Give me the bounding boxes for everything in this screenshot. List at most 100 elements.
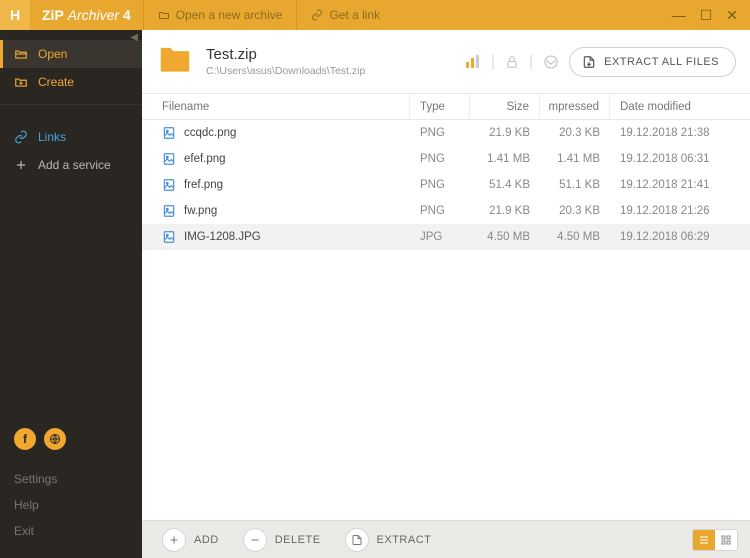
file-date: 19.12.2018 21:41: [610, 179, 750, 191]
archive-header: Test.zip C:\Users\asus\Downloads\Test.zi…: [142, 30, 750, 94]
file-size: 21.9 KB: [470, 205, 540, 217]
table-row[interactable]: ccqdc.png PNG21.9 KB20.3 KB19.12.2018 21:…: [142, 120, 750, 146]
titlebar: H ZiP Archiver 4 Open a new archive Get …: [0, 0, 750, 30]
image-file-icon: [162, 152, 176, 166]
bottom-bar: ADD DELETE EXTRACT: [142, 520, 750, 558]
open-new-archive-button[interactable]: Open a new archive: [143, 0, 297, 30]
add-button[interactable]: ADD: [154, 528, 227, 552]
delete-label: DELETE: [275, 534, 321, 546]
archive-title: Test.zip: [206, 46, 365, 63]
minus-icon: [249, 534, 261, 546]
sidebar: ◀ Open Create Links Add a service f: [0, 30, 142, 558]
sidebar-item-links[interactable]: Links: [0, 123, 142, 151]
archive-path: C:\Users\asus\Downloads\Test.zip: [206, 65, 365, 77]
open-icon: [14, 47, 28, 61]
mail-icon[interactable]: [543, 54, 559, 70]
close-button[interactable]: ✕: [726, 7, 738, 24]
stats-icon[interactable]: [465, 54, 481, 70]
sidebar-item-add-service[interactable]: Add a service: [0, 151, 142, 179]
file-compressed: 20.3 KB: [540, 205, 610, 217]
file-size: 4.50 MB: [470, 231, 540, 243]
add-label: ADD: [194, 534, 219, 546]
extract-button[interactable]: EXTRACT: [337, 528, 440, 552]
lock-icon[interactable]: [505, 55, 519, 69]
folder-icon: [156, 40, 194, 83]
col-size[interactable]: Size: [470, 94, 540, 119]
image-file-icon: [162, 126, 176, 140]
extract-all-button[interactable]: EXTRACT ALL FILES: [569, 47, 736, 77]
globe-icon: [49, 433, 61, 445]
table-row[interactable]: fref.pngPNG51.4 KB51.1 KB19.12.2018 21:4…: [142, 172, 750, 198]
links-icon: [14, 130, 28, 144]
grid-view-button[interactable]: [715, 530, 737, 550]
file-type: PNG: [410, 205, 470, 217]
sidebar-settings[interactable]: Settings: [14, 466, 128, 492]
image-file-icon: [162, 230, 176, 244]
file-name: IMG-1208.JPG: [184, 231, 261, 243]
get-link-button[interactable]: Get a link: [296, 0, 394, 30]
file-name: fw.png: [184, 205, 217, 217]
plus-icon: [168, 534, 180, 546]
file-date: 19.12.2018 06:31: [610, 153, 750, 165]
file-type: PNG: [410, 127, 470, 139]
table-header: Filename Type Size mpressed Date modifie…: [142, 94, 750, 120]
extract-icon: [351, 534, 363, 546]
col-filename[interactable]: Filename: [142, 94, 410, 119]
window-controls: — ☐ ✕: [660, 7, 750, 24]
create-icon: [14, 75, 28, 89]
image-file-icon: [162, 204, 176, 218]
file-size: 1.41 MB: [470, 153, 540, 165]
col-type[interactable]: Type: [410, 94, 470, 119]
sidebar-item-label: Create: [38, 75, 74, 89]
col-compressed[interactable]: mpressed: [540, 94, 610, 119]
file-compressed: 4.50 MB: [540, 231, 610, 243]
file-date: 19.12.2018 21:26: [610, 205, 750, 217]
web-button[interactable]: [44, 428, 66, 450]
table-row[interactable]: fw.png PNG21.9 KB20.3 KB19.12.2018 21:26: [142, 198, 750, 224]
col-date[interactable]: Date modified: [610, 94, 750, 119]
minimize-button[interactable]: —: [672, 7, 686, 23]
file-list: ccqdc.pngPNG21.9 KB20.3 KB19.12.2018 21:…: [142, 120, 750, 520]
file-compressed: 1.41 MB: [540, 153, 610, 165]
file-type: PNG: [410, 153, 470, 165]
sidebar-exit[interactable]: Exit: [14, 518, 128, 544]
extract-all-label: EXTRACT ALL FILES: [604, 56, 719, 68]
list-view-button[interactable]: [693, 530, 715, 550]
grid-icon: [720, 534, 732, 546]
app-logo: H: [0, 0, 30, 30]
sidebar-item-create[interactable]: Create: [0, 68, 142, 96]
plus-icon: [14, 158, 28, 172]
sidebar-item-label: Add a service: [38, 158, 111, 172]
maximize-button[interactable]: ☐: [700, 7, 713, 24]
list-icon: [698, 534, 710, 546]
file-compressed: 20.3 KB: [540, 127, 610, 139]
image-file-icon: [162, 178, 176, 192]
file-date: 19.12.2018 21:38: [610, 127, 750, 139]
file-size: 21.9 KB: [470, 127, 540, 139]
sidebar-item-label: Open: [38, 47, 67, 61]
main-area: Test.zip C:\Users\asus\Downloads\Test.zi…: [142, 30, 750, 558]
sidebar-collapse-icon[interactable]: ◀: [130, 32, 138, 43]
file-name: ccqdc.png: [184, 127, 236, 139]
table-row[interactable]: IMG-1208.JPGJPG4.50 MB4.50 MB19.12.2018 …: [142, 224, 750, 250]
file-date: 19.12.2018 06:29: [610, 231, 750, 243]
extract-icon: [582, 55, 596, 69]
file-name: efef.png: [184, 153, 226, 165]
sidebar-item-label: Links: [38, 130, 66, 144]
file-name: fref.png: [184, 179, 223, 191]
sidebar-item-open[interactable]: Open: [0, 40, 142, 68]
file-compressed: 51.1 KB: [540, 179, 610, 191]
delete-button[interactable]: DELETE: [235, 528, 329, 552]
open-new-archive-label: Open a new archive: [176, 8, 283, 22]
file-size: 51.4 KB: [470, 179, 540, 191]
app-name: ZiP Archiver 4: [30, 7, 143, 23]
file-type: JPG: [410, 231, 470, 243]
get-link-label: Get a link: [329, 8, 380, 22]
facebook-button[interactable]: f: [14, 428, 36, 450]
extract-label: EXTRACT: [377, 534, 432, 546]
sidebar-help[interactable]: Help: [14, 492, 128, 518]
folder-open-icon: [158, 9, 170, 21]
view-toggle: [692, 529, 738, 551]
link-icon: [311, 9, 323, 21]
table-row[interactable]: efef.pngPNG1.41 MB1.41 MB19.12.2018 06:3…: [142, 146, 750, 172]
